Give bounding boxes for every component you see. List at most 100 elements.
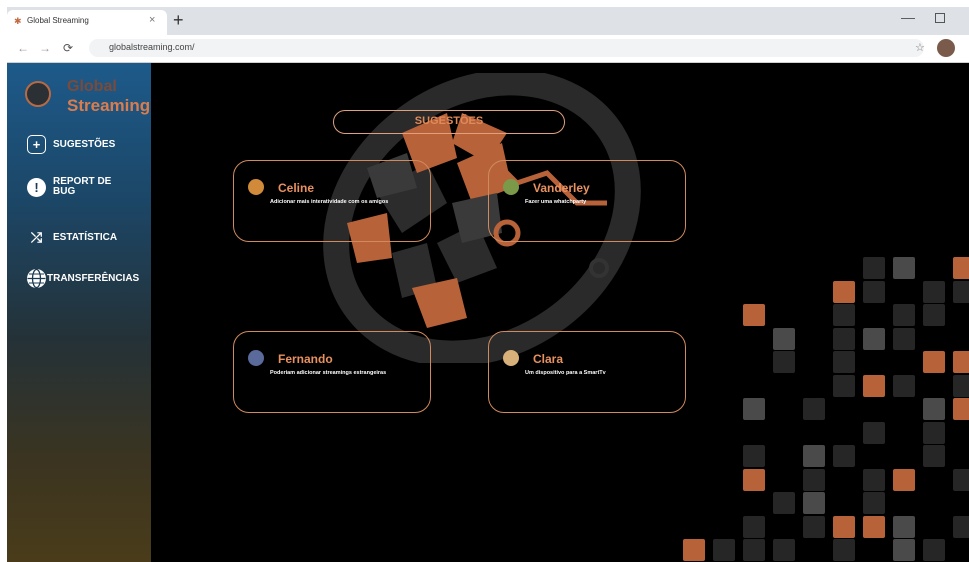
tab-bar: ✱ Global Streaming × + —: [7, 7, 969, 35]
mosaic-square: [893, 374, 915, 397]
mosaic-square: [713, 539, 735, 561]
mosaic-square: [953, 280, 969, 303]
mosaic-square: [833, 280, 855, 303]
suggestion-card-vanderley[interactable]: Vanderley Fazer uma whatchparty: [488, 160, 686, 242]
mosaic-square: [803, 445, 825, 467]
pixel-mosaic: [683, 257, 969, 562]
favicon-icon: ✱: [14, 16, 22, 26]
mosaic-square: [893, 539, 915, 561]
mosaic-square: [863, 492, 885, 514]
maximize-button[interactable]: [935, 13, 945, 23]
mosaic-square: [923, 445, 945, 467]
mosaic-square: [923, 421, 945, 444]
brand-name-line1: Global: [67, 78, 117, 95]
card-text: Fazer uma whatchparty: [525, 199, 587, 205]
bookmark-star-icon[interactable]: ☆: [915, 41, 925, 54]
mosaic-square: [893, 257, 915, 279]
card-name: Fernando: [278, 352, 333, 366]
mosaic-square: [833, 374, 855, 397]
mosaic-square: [683, 539, 705, 561]
minimize-button[interactable]: —: [901, 9, 915, 25]
mosaic-square: [743, 539, 765, 561]
card-name: Vanderley: [533, 181, 590, 195]
sidebar-item-label: SUGESTÕES: [53, 139, 116, 150]
suggestion-card-clara[interactable]: Clara Um dispositivo para a SmartTv: [488, 331, 686, 413]
shuffle-icon: ⤮: [30, 229, 43, 245]
mosaic-square: [743, 398, 765, 420]
sidebar-item-sugestoes[interactable]: + SUGESTÕES: [27, 135, 115, 154]
mosaic-square: [953, 468, 969, 491]
mosaic-square: [773, 539, 795, 561]
mosaic-square: [803, 515, 825, 538]
close-tab-icon[interactable]: ×: [149, 14, 155, 26]
sidebar-item-transferencias[interactable]: TRANSFERÊNCIAS: [27, 269, 139, 288]
card-name: Celine: [278, 181, 315, 195]
mosaic-square: [743, 468, 765, 491]
mosaic-square: [743, 304, 765, 326]
avatar: [248, 350, 264, 366]
back-icon[interactable]: ←: [17, 41, 29, 55]
avatar: [503, 179, 519, 195]
reload-icon[interactable]: ⟳: [63, 41, 73, 55]
card-text: Poderiam adicionar streamings estrangeir…: [270, 370, 387, 376]
tab-title: Global Streaming: [27, 16, 89, 25]
mosaic-square: [953, 351, 969, 373]
avatar: [503, 350, 519, 366]
address-bar: ← → ⟳ globalstreaming.com/ ☆: [7, 35, 969, 63]
mosaic-square: [893, 515, 915, 538]
suggestion-card-celine[interactable]: Celine Adicionar mais interatividade com…: [233, 160, 431, 242]
mosaic-square: [923, 304, 945, 326]
browser-window: ✱ Global Streaming × + — ← → ⟳ globalstr…: [7, 7, 969, 562]
url-text: globalstreaming.com/: [109, 42, 195, 52]
url-input[interactable]: globalstreaming.com/: [89, 39, 924, 57]
mosaic-square: [893, 304, 915, 326]
mosaic-square: [863, 327, 885, 350]
mosaic-square: [833, 445, 855, 467]
mosaic-square: [803, 398, 825, 420]
page-title: SUGESTÕES: [333, 110, 565, 134]
browser-tab[interactable]: ✱ Global Streaming ×: [7, 10, 167, 35]
mosaic-square: [803, 492, 825, 514]
mosaic-square: [863, 280, 885, 303]
avatar: [248, 179, 264, 195]
logo-icon: [25, 81, 51, 107]
mosaic-square: [863, 515, 885, 538]
forward-icon[interactable]: →: [39, 41, 51, 55]
mosaic-square: [833, 327, 855, 350]
mosaic-square: [923, 398, 945, 420]
globe-icon: [27, 269, 46, 288]
new-tab-button[interactable]: +: [173, 10, 184, 30]
sidebar-item-report-bug[interactable]: ! REPORT DE BUG: [27, 177, 113, 197]
profile-avatar[interactable]: [937, 39, 955, 57]
mosaic-square: [743, 515, 765, 538]
mosaic-square: [863, 257, 885, 279]
mosaic-square: [833, 515, 855, 538]
mosaic-square: [893, 468, 915, 491]
mosaic-square: [893, 327, 915, 350]
mosaic-square: [923, 351, 945, 373]
mosaic-square: [863, 374, 885, 397]
card-text: Um dispositivo para a SmartTv: [525, 370, 606, 376]
mosaic-square: [863, 468, 885, 491]
mosaic-square: [773, 327, 795, 350]
card-text: Adicionar mais interatividade com os ami…: [270, 199, 389, 205]
mosaic-square: [743, 445, 765, 467]
mosaic-square: [923, 280, 945, 303]
plus-icon: +: [27, 135, 46, 154]
mosaic-square: [833, 304, 855, 326]
alert-icon: !: [27, 177, 46, 197]
mosaic-square: [773, 351, 795, 373]
mosaic-square: [803, 468, 825, 491]
sidebar-item-label: REPORT DE BUG: [53, 176, 112, 197]
mosaic-square: [953, 398, 969, 420]
suggestion-card-fernando[interactable]: Fernando Poderiam adicionar streamings e…: [233, 331, 431, 413]
mosaic-square: [863, 421, 885, 444]
mosaic-square: [953, 374, 969, 397]
sidebar-item-label: TRANSFERÊNCIAS: [47, 273, 140, 284]
sidebar-item-estatistica[interactable]: ⤮ ESTATÍSTICA: [27, 228, 117, 247]
mosaic-square: [923, 539, 945, 561]
mosaic-square: [953, 515, 969, 538]
mosaic-square: [953, 257, 969, 279]
mosaic-square: [773, 492, 795, 514]
card-name: Clara: [533, 352, 564, 366]
